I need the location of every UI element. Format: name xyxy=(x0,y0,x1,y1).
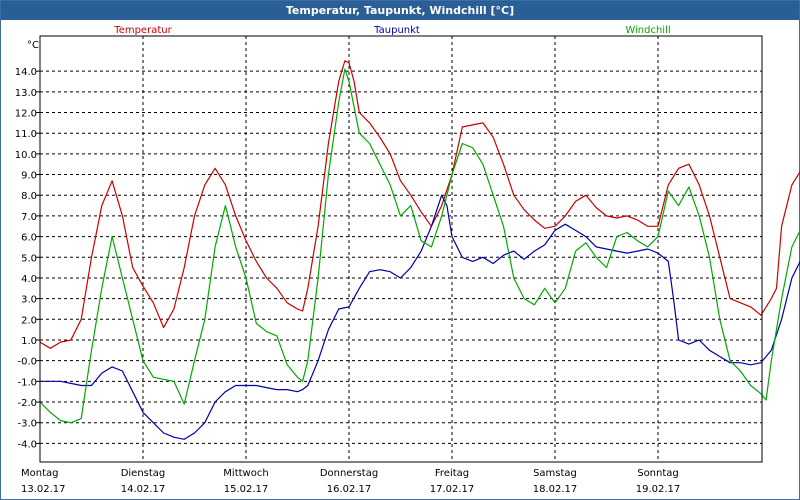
y-tick-label: 5.0 xyxy=(21,253,37,264)
y-tick-label: 9.0 xyxy=(21,171,37,182)
y-tick-label: 1.0 xyxy=(21,336,37,347)
x-tick-day-label: Montag xyxy=(21,468,58,479)
line-chart: Temperatur Taupunkt Windchill °C -4.0-3.0-… xyxy=(15,25,800,495)
y-tick-label: 7.0 xyxy=(21,212,37,223)
y-tick-label: 11.0 xyxy=(15,129,37,140)
x-tick-day-label: Donnerstag xyxy=(320,468,378,479)
plot-area-border xyxy=(39,35,763,463)
x-tick-date-label: 17.02.17 xyxy=(430,484,475,495)
y-tick-label: 8.0 xyxy=(21,191,37,202)
y-tick-label: 2.0 xyxy=(21,315,37,326)
series-line-temperatur xyxy=(39,60,800,349)
x-tick-day-label: Samstag xyxy=(533,468,577,479)
y-tick-label: 14.0 xyxy=(15,67,37,78)
y-tick-label: 10.0 xyxy=(15,150,37,161)
y-axis-unit: °C xyxy=(27,40,39,51)
series-line-taupunkt xyxy=(40,194,800,440)
y-tick-label: 4.0 xyxy=(21,274,37,285)
x-tick-day-label: Mittwoch xyxy=(223,468,268,479)
series-line-windchill xyxy=(39,68,800,424)
chart-grid xyxy=(40,36,762,462)
chart-legend: Temperatur Taupunkt Windchill xyxy=(113,25,670,36)
y-tick-label: 12.0 xyxy=(15,109,37,120)
x-tick-day-label: Dienstag xyxy=(121,468,166,479)
x-tick-date-label: 18.02.17 xyxy=(533,484,578,495)
y-tick-label: -1.0 xyxy=(17,377,37,388)
y-tick-label: -2.0 xyxy=(17,398,37,409)
y-axis-ticks: -4.0 -3.0 -2.0 -1.0 -0.0 1.0 2.0 3.0 4.0 5.0 6.0 7.… xyxy=(15,67,40,450)
x-tick-date-label: 19.02.17 xyxy=(636,484,681,495)
y-tick-label: -4.0 xyxy=(17,439,37,450)
x-tick-date-label: 15.02.17 xyxy=(224,484,269,495)
y-tick-label: 3.0 xyxy=(21,295,37,306)
legend-entry-windchill: Windchill xyxy=(625,25,670,36)
x-tick-date-label: 13.02.17 xyxy=(21,484,66,495)
x-axis-ticks: Montag 13.02.17 Dienstag 14.02.17 Mittwoch 15… xyxy=(21,468,680,495)
y-tick-label: -3.0 xyxy=(17,419,37,430)
x-tick-day-label: Sonntag xyxy=(637,468,679,479)
legend-entry-taupunkt: Taupunkt xyxy=(373,25,420,36)
x-tick-date-label: 16.02.17 xyxy=(327,484,372,495)
legend-entry-temperatur: Temperatur xyxy=(113,25,172,36)
y-tick-label: 6.0 xyxy=(21,233,37,244)
x-tick-date-label: 14.02.17 xyxy=(121,484,166,495)
y-tick-label: -0.0 xyxy=(17,357,37,368)
chart-series xyxy=(39,60,800,440)
y-tick-label: 13.0 xyxy=(15,88,37,99)
x-tick-day-label: Freitag xyxy=(435,468,469,479)
